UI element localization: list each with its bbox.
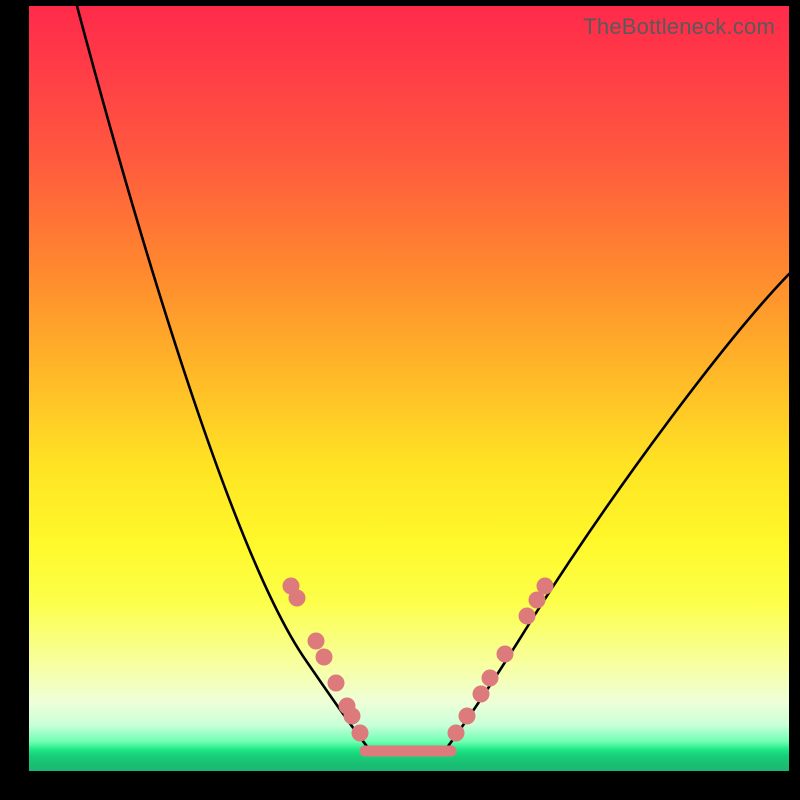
dot-right (473, 686, 490, 703)
dots-left-group (283, 578, 369, 742)
chart-plot-area: TheBottleneck.com (29, 6, 789, 771)
dot-right (482, 670, 499, 687)
dots-right-group (448, 578, 554, 742)
dot-right (537, 578, 554, 595)
dot-left (344, 708, 361, 725)
chart-stage: TheBottleneck.com (0, 0, 800, 800)
dot-left (289, 590, 306, 607)
dot-right (459, 708, 476, 725)
dot-left (352, 725, 369, 742)
dot-left (308, 633, 325, 650)
dot-left (328, 675, 345, 692)
dot-right (448, 725, 465, 742)
dot-right (519, 608, 536, 625)
curve-left-branch (77, 6, 369, 749)
chart-svg (29, 6, 789, 771)
dot-right (497, 646, 514, 663)
dot-left (316, 649, 333, 666)
